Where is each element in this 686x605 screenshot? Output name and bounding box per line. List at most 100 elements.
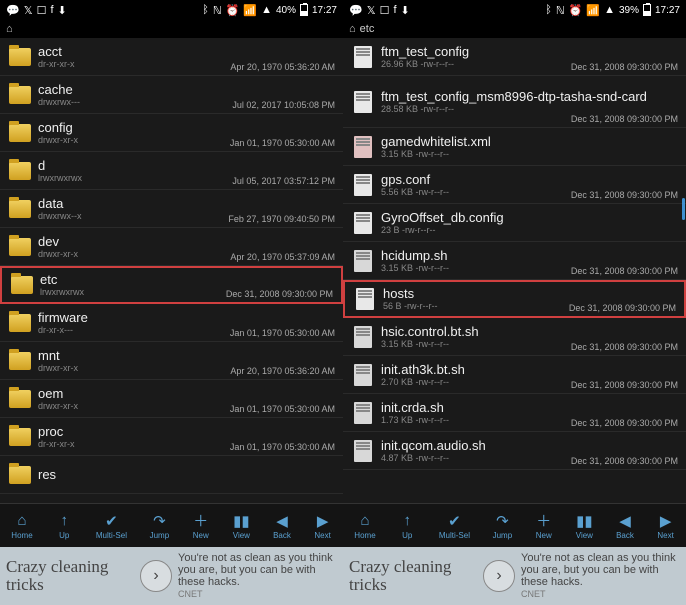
back-icon: ◀ — [273, 512, 291, 530]
file-row[interactable]: init.crda.sh 1.73 KB -rw-r--r-- Dec 31, … — [343, 394, 686, 432]
tool-next[interactable]: ▶ Next — [314, 512, 332, 540]
file-row[interactable]: ftm_test_config 26.96 KB -rw-r--r-- Dec … — [343, 38, 686, 76]
ad-headline: Crazy cleaning tricks — [349, 558, 477, 594]
ad-banner[interactable]: Crazy cleaning tricks › You're not as cl… — [0, 547, 343, 605]
ad-arrow-button[interactable]: › — [483, 560, 515, 592]
folder-icon — [9, 352, 31, 370]
tool-home[interactable]: ⌂ Home — [11, 512, 32, 540]
tool-up[interactable]: ↑ Up — [55, 512, 73, 540]
home-icon: ⌂ — [349, 23, 356, 35]
file-row[interactable]: hosts 56 B -rw-r--r-- Dec 31, 2008 09:30… — [343, 280, 686, 318]
multi-sel-icon: ✔ — [102, 512, 120, 530]
tool-new[interactable]: ＋ New — [192, 512, 210, 540]
tool-next[interactable]: ▶ Next — [657, 512, 675, 540]
file-row[interactable]: init.ath3k.bt.sh 2.70 KB -rw-r--r-- Dec … — [343, 356, 686, 394]
clock: 17:27 — [655, 5, 680, 16]
tool-label: New — [536, 531, 552, 540]
ad-source: CNET — [521, 588, 680, 600]
file-meta: 23 B -rw-r--r-- — [381, 225, 680, 236]
tool-label: Up — [402, 531, 412, 540]
folder-icon — [9, 124, 31, 142]
tool-multi-sel[interactable]: ✔ Multi-Sel — [439, 512, 470, 540]
file-name: config — [38, 120, 337, 135]
file-row[interactable]: ftm_test_config_msm8996-dtp-tasha-snd-ca… — [343, 76, 686, 128]
file-row[interactable]: gps.conf 5.56 KB -rw-r--r-- Dec 31, 2008… — [343, 166, 686, 204]
ad-banner[interactable]: Crazy cleaning tricks › You're not as cl… — [343, 547, 686, 605]
file-row[interactable]: data drwxrwx--x Feb 27, 1970 09:40:50 PM — [0, 190, 343, 228]
phone-left: 💬 𝕏 ☐ f ⬇ ᛒ ℕ ⏰ 📶 ▲ 40% 17:27 ⌂ acct dr-… — [0, 0, 343, 605]
file-meta: 28.58 KB -rw-r--r-- — [381, 104, 680, 115]
toolbar: ⌂ Home ↑ Up ✔ Multi-Sel ↷ Jump ＋ New ▮▮ … — [343, 503, 686, 547]
jump-icon: ↷ — [493, 512, 511, 530]
file-list[interactable]: acct dr-xr-xr-x Apr 20, 1970 05:36:20 AM… — [0, 38, 343, 503]
tool-label: Home — [11, 531, 32, 540]
tool-label: Multi-Sel — [96, 531, 127, 540]
tool-label: Next — [314, 531, 330, 540]
scroll-indicator[interactable] — [682, 198, 685, 220]
facebook-icon: f — [393, 4, 396, 16]
back-icon: ◀ — [616, 512, 634, 530]
new-icon: ＋ — [192, 512, 210, 530]
tool-view[interactable]: ▮▮ View — [575, 512, 593, 540]
folder-icon — [9, 86, 31, 104]
tool-label: Jump — [493, 531, 513, 540]
signal-icon: ▲ — [261, 4, 272, 16]
file-name: res — [38, 467, 337, 482]
ad-arrow-button[interactable]: › — [140, 560, 172, 592]
file-date: Dec 31, 2008 09:30:00 PM — [226, 289, 333, 299]
tool-label: Up — [59, 531, 69, 540]
file-row[interactable]: acct dr-xr-xr-x Apr 20, 1970 05:36:20 AM — [0, 38, 343, 76]
file-row[interactable]: etc lrwxrwxrwx Dec 31, 2008 09:30:00 PM — [0, 266, 343, 304]
file-name: gamedwhitelist.xml — [381, 134, 680, 149]
file-row[interactable]: cache drwxrwx--- Jul 02, 2017 10:05:08 P… — [0, 76, 343, 114]
status-bar: 💬 𝕏 ☐ f ⬇ ᛒ ℕ ⏰ 📶 ▲ 39% 17:27 — [343, 0, 686, 20]
file-row[interactable]: oem drwxr-xr-x Jan 01, 1970 05:30:00 AM — [0, 380, 343, 418]
file-date: Jan 01, 1970 05:30:00 AM — [230, 138, 335, 148]
tool-home[interactable]: ⌂ Home — [354, 512, 375, 540]
twitter-icon: 𝕏 — [367, 4, 376, 17]
tool-multi-sel[interactable]: ✔ Multi-Sel — [96, 512, 127, 540]
file-row[interactable]: config drwxr-xr-x Jan 01, 1970 05:30:00 … — [0, 114, 343, 152]
file-date: Dec 31, 2008 09:30:00 PM — [571, 456, 678, 466]
file-row[interactable]: res — [0, 456, 343, 494]
chat-icon: 💬 — [349, 4, 363, 17]
tool-back[interactable]: ◀ Back — [616, 512, 634, 540]
path-bar[interactable]: ⌂ — [0, 20, 343, 38]
file-row[interactable]: d lrwxrwxrwx Jul 05, 2017 03:57:12 PM — [0, 152, 343, 190]
alarm-icon: ⏰ — [569, 4, 583, 17]
tool-view[interactable]: ▮▮ View — [232, 512, 250, 540]
tool-back[interactable]: ◀ Back — [273, 512, 291, 540]
file-row[interactable]: dev drwxr-xr-x Apr 20, 1970 05:37:09 AM — [0, 228, 343, 266]
toolbar: ⌂ Home ↑ Up ✔ Multi-Sel ↷ Jump ＋ New ▮▮ … — [0, 503, 343, 547]
tool-new[interactable]: ＋ New — [535, 512, 553, 540]
file-row[interactable]: GyroOffset_db.config 23 B -rw-r--r-- — [343, 204, 686, 242]
nfc-icon: ℕ — [556, 4, 565, 17]
file-date: Dec 31, 2008 09:30:00 PM — [571, 266, 678, 276]
tool-label: Back — [273, 531, 291, 540]
tool-label: New — [193, 531, 209, 540]
file-name: ftm_test_config — [381, 44, 680, 59]
tool-up[interactable]: ↑ Up — [398, 512, 416, 540]
file-row[interactable]: hsic.control.bt.sh 3.15 KB -rw-r--r-- De… — [343, 318, 686, 356]
file-row[interactable]: mnt drwxr-xr-x Apr 20, 1970 05:36:20 AM — [0, 342, 343, 380]
tool-jump[interactable]: ↷ Jump — [493, 512, 513, 540]
file-date: Jan 01, 1970 05:30:00 AM — [230, 328, 335, 338]
file-icon — [354, 91, 372, 113]
file-meta: 3.15 KB -rw-r--r-- — [381, 149, 680, 160]
file-row[interactable]: firmware dr-xr-x--- Jan 01, 1970 05:30:0… — [0, 304, 343, 342]
tool-jump[interactable]: ↷ Jump — [150, 512, 170, 540]
view-icon: ▮▮ — [232, 512, 250, 530]
file-row[interactable]: gamedwhitelist.xml 3.15 KB -rw-r--r-- — [343, 128, 686, 166]
file-row[interactable]: init.qcom.audio.sh 4.87 KB -rw-r--r-- De… — [343, 432, 686, 470]
file-date: Feb 27, 1970 09:40:50 PM — [228, 214, 335, 224]
file-icon — [354, 212, 372, 234]
file-list[interactable]: ftm_test_config 26.96 KB -rw-r--r-- Dec … — [343, 38, 686, 503]
folder-icon — [9, 200, 31, 218]
file-row[interactable]: proc dr-xr-xr-x Jan 01, 1970 05:30:00 AM — [0, 418, 343, 456]
path-bar[interactable]: ⌂ etc — [343, 20, 686, 38]
file-row[interactable]: hcidump.sh 3.15 KB -rw-r--r-- Dec 31, 20… — [343, 242, 686, 280]
file-date: Dec 31, 2008 09:30:00 PM — [571, 380, 678, 390]
file-icon — [354, 136, 372, 158]
file-icon — [356, 288, 374, 310]
ad-headline: Crazy cleaning tricks — [6, 558, 134, 594]
